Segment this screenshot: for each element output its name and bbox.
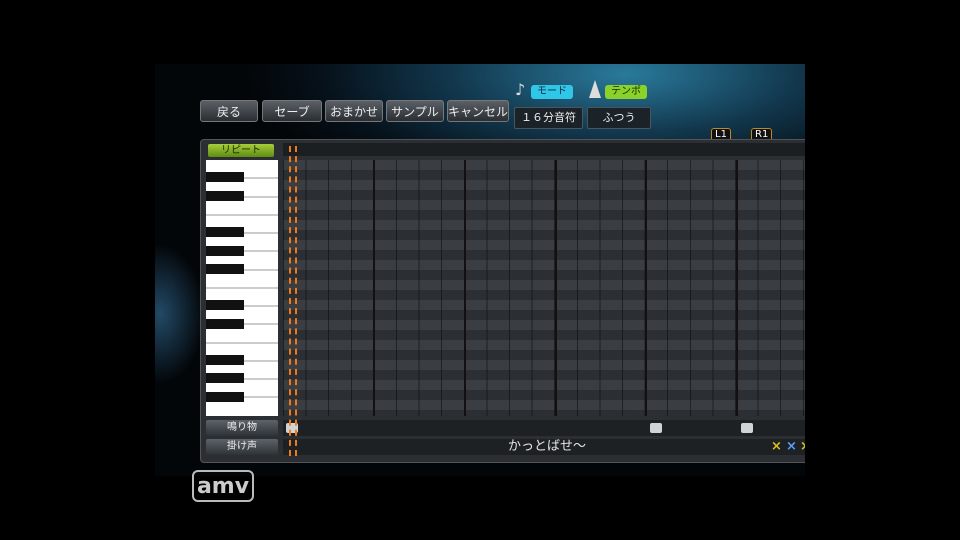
drum-marker-icon [650, 423, 662, 433]
piano-keys-graphic [206, 172, 278, 402]
measure-divider [645, 160, 647, 416]
x-mark: × [800, 439, 805, 455]
music-note-icon: ♪ [515, 80, 526, 99]
beat-divider [736, 160, 738, 416]
x-mark: × [771, 439, 782, 454]
repeat-button[interactable]: リピート [208, 144, 274, 157]
kakegoe-track[interactable]: かっとばせ～ × × × [283, 439, 805, 455]
tempo-label: テンポ [605, 85, 647, 99]
piano-keyboard [206, 160, 278, 416]
kakegoe-text: かっとばせ～ [507, 439, 586, 454]
save-button[interactable]: セーブ [262, 100, 322, 122]
playhead-cursor[interactable] [289, 146, 297, 456]
x-mark: × [786, 439, 797, 454]
beat-divider [464, 160, 466, 416]
drum-marker-icon [741, 423, 753, 433]
omakase-button[interactable]: おまかせ [325, 100, 383, 122]
piano-roll-editor: リピート 鳴り物 掛け声 かっとばせ～ × × [200, 139, 805, 463]
mode-value[interactable]: １６分音符 [514, 107, 583, 129]
beat-divider [373, 160, 375, 416]
kakegoe-label: 掛け声 [206, 439, 278, 455]
beat-divider [555, 160, 557, 416]
narimono-track[interactable] [283, 420, 805, 436]
back-button[interactable]: 戻る [200, 100, 258, 122]
cancel-button[interactable]: キャンセル [447, 100, 509, 122]
narimono-label: 鳴り物 [206, 420, 278, 436]
timeline-ruler [283, 143, 805, 156]
amv-logo: amv [192, 470, 254, 502]
mode-label: モード [531, 85, 573, 99]
tempo-value[interactable]: ふつう [587, 107, 651, 129]
game-screen: 戻る セーブ おまかせ サンプル キャンセル ♪ モード １６分音符 テンポ ふ… [155, 64, 805, 476]
metronome-icon [589, 80, 601, 98]
sample-button[interactable]: サンプル [386, 100, 444, 122]
note-grid[interactable] [283, 160, 805, 416]
background-glow [155, 244, 205, 384]
